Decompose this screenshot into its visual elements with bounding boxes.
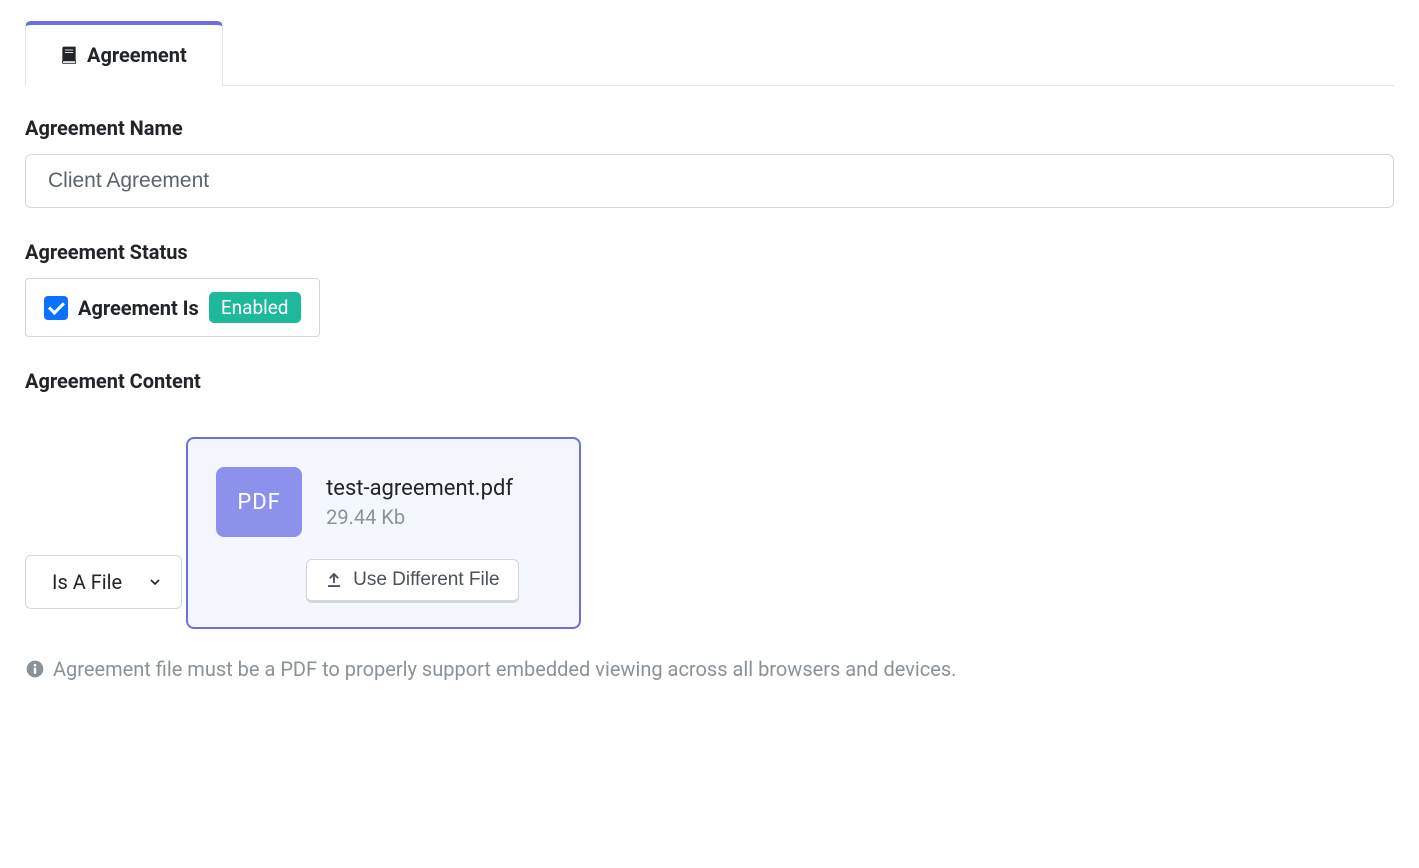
- info-icon: [25, 659, 45, 679]
- status-box: Agreement Is Enabled: [25, 278, 320, 337]
- field-agreement-content: Agreement Content Is A File PDF test-agr…: [25, 369, 1394, 629]
- chevron-down-icon: [147, 574, 163, 590]
- pdf-badge: PDF: [216, 467, 302, 537]
- file-size: 29.44 Kb: [326, 505, 513, 529]
- agreement-enabled-checkbox[interactable]: [44, 296, 68, 320]
- agreement-name-input[interactable]: [25, 154, 1394, 208]
- tab-agreement-label: Agreement: [87, 43, 187, 67]
- info-note-text: Agreement file must be a PDF to properly…: [53, 657, 956, 681]
- content-type-value: Is A File: [52, 570, 122, 594]
- file-actions: Use Different File: [216, 559, 518, 603]
- field-agreement-name: Agreement Name: [25, 116, 1394, 208]
- file-name: test-agreement.pdf: [326, 476, 513, 501]
- field-agreement-status: Agreement Status Agreement Is Enabled: [25, 240, 1394, 337]
- page-container: Agreement Agreement Name Agreement Statu…: [0, 0, 1419, 706]
- tabs-bar: Agreement: [25, 20, 1394, 86]
- file-card: PDF test-agreement.pdf 29.44 Kb Use Diff…: [186, 437, 580, 629]
- tab-agreement[interactable]: Agreement: [25, 21, 223, 86]
- label-agreement-name: Agreement Name: [25, 116, 1394, 140]
- file-info: test-agreement.pdf 29.44 Kb: [326, 476, 513, 529]
- book-icon: [59, 45, 79, 65]
- use-different-file-button[interactable]: Use Different File: [306, 559, 518, 603]
- label-agreement-content: Agreement Content: [25, 369, 1394, 393]
- info-note: Agreement file must be a PDF to properly…: [25, 657, 1394, 681]
- label-agreement-status: Agreement Status: [25, 240, 1394, 264]
- file-row: PDF test-agreement.pdf 29.44 Kb: [216, 467, 518, 537]
- status-checkbox-label: Agreement Is: [78, 296, 199, 320]
- content-type-select[interactable]: Is A File: [25, 555, 182, 609]
- status-badge: Enabled: [209, 292, 301, 323]
- use-different-file-label: Use Different File: [353, 569, 499, 591]
- upload-icon: [325, 571, 343, 589]
